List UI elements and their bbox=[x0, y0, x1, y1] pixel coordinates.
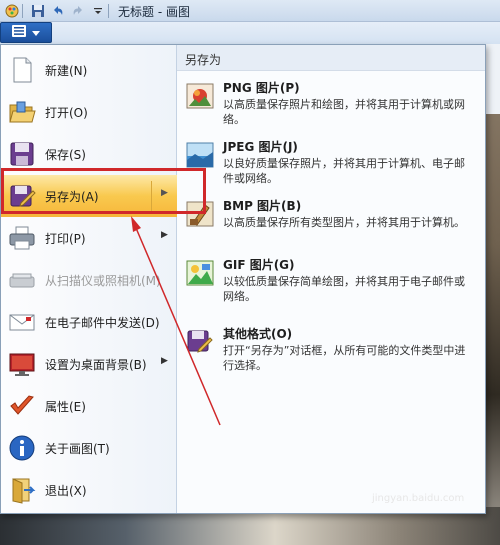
menu-lines-icon bbox=[12, 25, 26, 40]
menu-item-label: 打开(O) bbox=[45, 106, 88, 120]
redo-icon[interactable] bbox=[70, 3, 86, 19]
option-description: 以良好质量保存照片，并将其用于计算机、电子邮件或网络。 bbox=[223, 157, 465, 185]
menu-item-new[interactable]: 新建(N) bbox=[1, 49, 177, 91]
gif-image-icon bbox=[185, 258, 215, 288]
option-title: JPEG 图片(J) bbox=[223, 140, 298, 154]
paint-application-menu: 新建(N) 打开(O) 保存(S) 另存为(A) ▶ 打印(P) ▶ 从扫描仪或… bbox=[0, 44, 486, 514]
menu-item-label: 在电子邮件中发送(D) bbox=[45, 316, 160, 330]
menu-item-open[interactable]: 打开(O) bbox=[1, 91, 177, 133]
menu-item-send-email[interactable]: 在电子邮件中发送(D) bbox=[1, 301, 177, 343]
printer-icon bbox=[7, 223, 37, 253]
submenu-title: 另存为 bbox=[185, 53, 222, 67]
save-as-other-formats-option[interactable]: 其他格式(O) 打开“另存为”对话框，从所有可能的文件类型中进行选择。 bbox=[177, 321, 485, 379]
ribbon-strip bbox=[0, 22, 500, 44]
png-image-icon bbox=[185, 81, 215, 111]
chevron-down-icon bbox=[32, 26, 40, 40]
menu-item-properties[interactable]: 属性(E) bbox=[1, 385, 177, 427]
exit-icon bbox=[7, 475, 37, 505]
submenu-arrow-icon[interactable]: ▶ bbox=[161, 356, 168, 366]
open-folder-icon bbox=[7, 97, 37, 127]
menu-item-label: 属性(E) bbox=[45, 400, 86, 414]
menu-item-set-desktop-background[interactable]: 设置为桌面背景(B) ▶ bbox=[1, 343, 177, 385]
menu-item-label: 新建(N) bbox=[45, 64, 88, 78]
scanner-icon bbox=[7, 265, 37, 295]
annotation-highlight-box bbox=[1, 168, 206, 214]
ribbon-side-tools bbox=[484, 44, 500, 114]
save-as-png-option[interactable]: PNG 图片(P) 以高质量保存照片和绘图，并将其用于计算机或网络。 bbox=[177, 75, 485, 133]
menu-command-list: 新建(N) 打开(O) 保存(S) 另存为(A) ▶ 打印(P) ▶ 从扫描仪或… bbox=[1, 45, 177, 513]
submenu-header: 另存为 bbox=[177, 45, 485, 71]
option-description: 以高质量保存照片和绘图，并将其用于计算机或网络。 bbox=[223, 98, 465, 126]
paint-app-icon[interactable] bbox=[4, 3, 20, 19]
menu-item-label: 退出(X) bbox=[45, 484, 87, 498]
menu-item-print[interactable]: 打印(P) ▶ bbox=[1, 217, 177, 259]
checkmark-icon bbox=[7, 391, 37, 421]
other-formats-icon bbox=[185, 327, 215, 357]
menu-item-label: 打印(P) bbox=[45, 232, 86, 246]
option-title: PNG 图片(P) bbox=[223, 81, 300, 95]
menu-item-exit[interactable]: 退出(X) bbox=[1, 469, 177, 511]
title-separator bbox=[22, 4, 23, 18]
menu-item-label: 关于画图(T) bbox=[45, 442, 110, 456]
save-as-bmp-option[interactable]: BMP 图片(B) 以高质量保存所有类型图片，并将其用于计算机。 bbox=[177, 193, 485, 251]
menu-item-label: 设置为桌面背景(B) bbox=[45, 358, 147, 372]
jpeg-image-icon bbox=[185, 140, 215, 170]
background-canvas-right bbox=[484, 44, 500, 545]
menu-item-label: 保存(S) bbox=[45, 148, 86, 162]
title-bar: 无标题 - 画图 bbox=[0, 0, 500, 22]
email-envelope-icon bbox=[7, 307, 37, 337]
option-description: 以高质量保存所有类型图片，并将其用于计算机。 bbox=[223, 216, 465, 229]
undo-icon[interactable] bbox=[50, 3, 66, 19]
window-title: 无标题 - 画图 bbox=[118, 5, 190, 19]
floppy-disk-icon bbox=[7, 139, 37, 169]
save-as-submenu: 另存为 PNG 图片(P) 以高质量保存照片和绘图，并将其用于计算机或网络。 J… bbox=[177, 45, 485, 513]
option-title: 其他格式(O) bbox=[223, 327, 293, 341]
save-icon[interactable] bbox=[30, 3, 46, 19]
title-separator-2 bbox=[108, 4, 109, 18]
desktop-background-icon bbox=[7, 349, 37, 379]
save-as-jpeg-option[interactable]: JPEG 图片(J) 以良好质量保存照片，并将其用于计算机、电子邮件或网络。 bbox=[177, 134, 485, 192]
watermark-logo: jingyan.baidu.com bbox=[372, 493, 465, 504]
customize-toolbar-icon[interactable] bbox=[90, 3, 106, 19]
new-document-icon bbox=[7, 55, 37, 85]
menu-item-label: 从扫描仪或照相机(M) bbox=[45, 274, 161, 288]
info-icon bbox=[7, 433, 37, 463]
menu-item-about-paint[interactable]: 关于画图(T) bbox=[1, 427, 177, 469]
paint-menu-button[interactable] bbox=[0, 22, 52, 43]
submenu-arrow-icon[interactable]: ▶ bbox=[161, 230, 168, 240]
save-as-gif-option[interactable]: GIF 图片(G) 以较低质量保存简单绘图，并将其用于电子邮件或网络。 bbox=[177, 252, 485, 310]
option-title: GIF 图片(G) bbox=[223, 258, 295, 272]
option-description: 打开“另存为”对话框，从所有可能的文件类型中进行选择。 bbox=[223, 344, 466, 372]
menu-item-from-scanner: 从扫描仪或照相机(M) bbox=[1, 259, 177, 301]
option-description: 以较低质量保存简单绘图，并将其用于电子邮件或网络。 bbox=[223, 275, 465, 303]
option-title: BMP 图片(B) bbox=[223, 199, 302, 213]
